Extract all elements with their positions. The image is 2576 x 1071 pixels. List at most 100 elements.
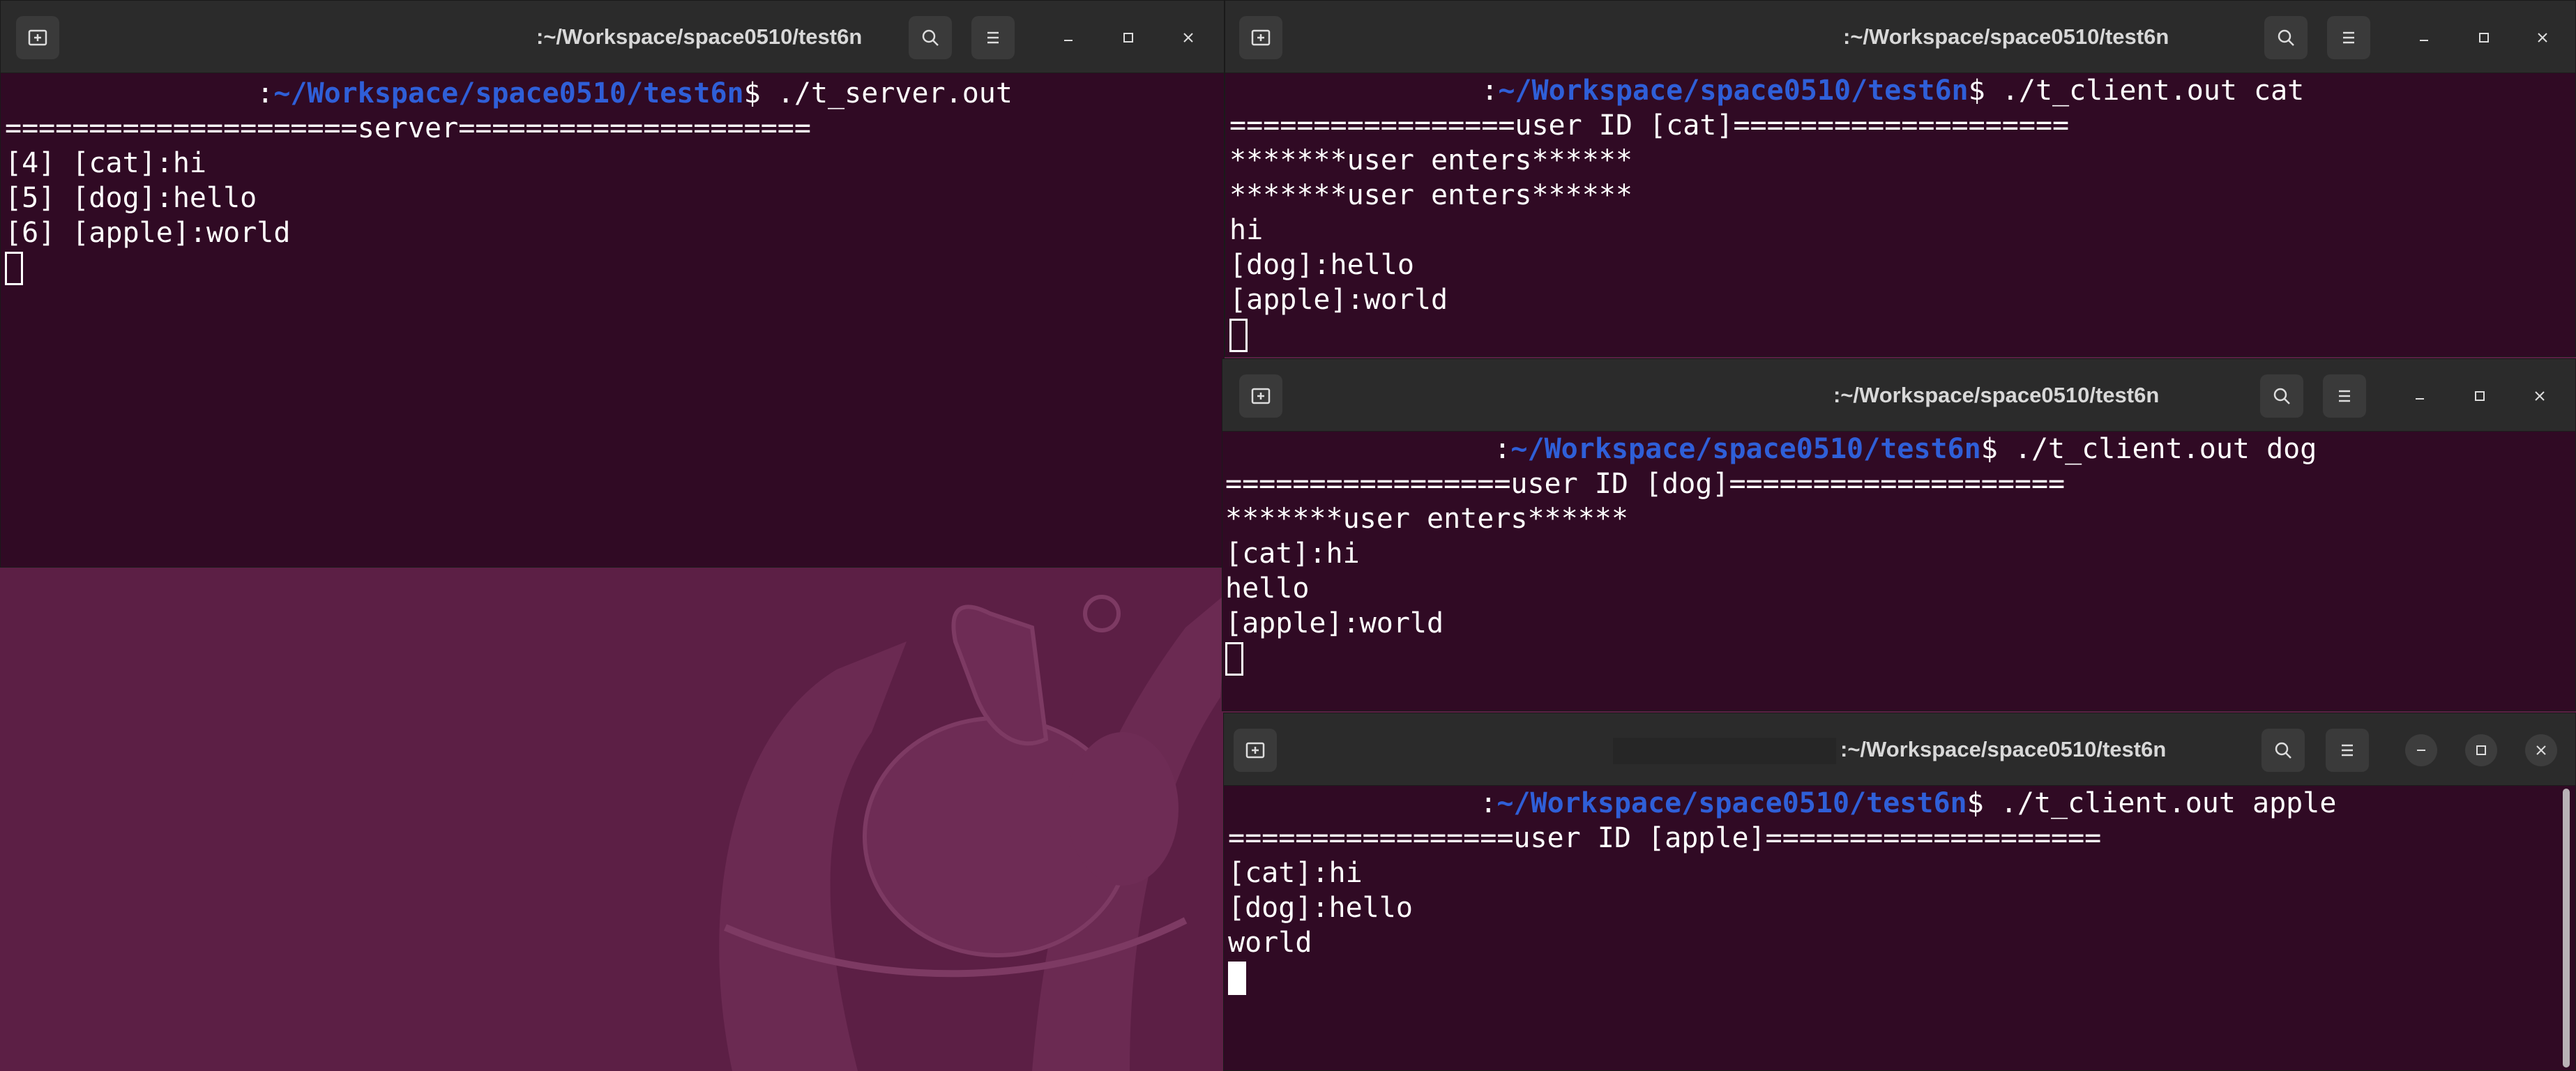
hamburger-menu-icon [2342,744,2353,757]
hamburger-menu-icon [987,31,999,44]
terminal-cursor [5,252,23,285]
new-tab-button[interactable] [1234,729,1277,772]
terminal-cursor [1229,319,1248,352]
output-line: hi [1229,214,1264,246]
menu-button[interactable] [2323,374,2366,418]
output-line: [apple]:world [1225,607,1444,639]
minimize-button[interactable] [2404,380,2436,412]
minimize-button[interactable] [1052,22,1084,54]
close-icon [1183,33,1193,43]
scrollbar[interactable] [2563,789,2570,1068]
terminal-output[interactable]: :~/Workspace/space0510/test6n$ ./t_serve… [1,73,1224,567]
menu-button[interactable] [2327,16,2370,59]
command-text: $ ./t_client.out cat [1968,75,2305,107]
new-tab-button[interactable] [16,16,59,59]
output-line: *******user enters****** [1225,503,1628,535]
prompt-host: : [1480,787,1497,819]
terminal-cursor [1228,962,1246,995]
search-button[interactable] [909,16,952,59]
minimize-button[interactable] [2408,22,2440,54]
window-title-text: :~/Workspace/space0510/test6n [1840,737,2167,761]
menu-button[interactable] [971,16,1015,59]
titlebar[interactable]: :~/Workspace/space0510/test6n [1222,359,2575,432]
minimize-icon [2416,398,2424,400]
prompt-line: :~/Workspace/space0510/test6n$ ./t_clien… [1225,432,2575,466]
menu-button[interactable] [2326,729,2369,772]
search-icon [2278,29,2294,46]
prompt-path: ~/Workspace/space0510/test6n [1510,433,1981,465]
output-line: [cat]:hi [1228,857,1363,889]
terminal-window-cat[interactable]: :~/Workspace/space0510/test6n :~/Workspa… [1225,0,2576,357]
maximize-icon [1123,33,1133,43]
terminal-window-server[interactable]: :~/Workspace/space0510/test6n :~/Workspa… [0,0,1225,568]
terminal-output[interactable]: :~/Workspace/space0510/test6n$ ./t_clien… [1222,432,2575,711]
output-line: [dog]:hello [1228,892,1413,924]
close-icon [2536,745,2546,755]
maximize-icon [2475,391,2485,401]
close-button[interactable] [2524,380,2556,412]
new-tab-icon [1251,29,1271,46]
command-text: $ ./t_client.out dog [1980,433,2317,465]
search-icon [2275,742,2291,759]
hamburger-menu-icon [2343,31,2354,44]
output-line: [apple]:world [1229,284,1448,316]
close-button[interactable] [2525,734,2557,766]
minimize-button[interactable] [2405,734,2437,766]
output-line: [cat]:hi [1225,538,1360,570]
prompt-line: :~/Workspace/space0510/test6n$ ./t_serve… [5,76,1224,111]
window-title: :~/Workspace/space0510/test6n [1843,24,2169,49]
output-line: *******user enters****** [1229,144,1632,176]
search-button[interactable] [2264,16,2308,59]
new-tab-icon [1245,742,1265,759]
terminal-cursor [1225,642,1243,676]
maximize-button[interactable] [1112,22,1144,54]
minimize-icon [2417,750,2425,751]
minimize-icon [2420,40,2428,41]
titlebar[interactable]: :~/Workspace/space0510/test6n [1,1,1224,73]
output-line: =================user ID [apple]========… [1228,822,2102,854]
terminal-window-apple[interactable]: :~/Workspace/space0510/test6n :~/Workspa… [1223,713,2576,1071]
terminal-output[interactable]: :~/Workspace/space0510/test6n$ ./t_clien… [1224,786,2575,1070]
redacted-region [1613,737,1836,764]
titlebar[interactable]: :~/Workspace/space0510/test6n [1225,1,2575,73]
output-line: [4] [cat]:hi [5,147,206,179]
hamburger-menu-icon [2339,390,2350,402]
output-line: *******user enters****** [1229,179,1632,211]
prompt-line: :~/Workspace/space0510/test6n$ ./t_clien… [1229,73,2575,108]
output-line: [5] [dog]:hello [5,182,257,214]
search-icon [2273,388,2290,404]
output-line: hello [1225,572,1310,605]
search-button[interactable] [2261,729,2305,772]
window-title: :~/Workspace/space0510/test6n [1613,713,2166,786]
command-text: $ ./t_server.out [743,77,1013,109]
maximize-icon [2479,33,2489,43]
maximize-icon [2476,745,2486,755]
search-icon [922,29,939,46]
maximize-button[interactable] [2468,22,2500,54]
maximize-button[interactable] [2465,734,2497,766]
prompt-line: :~/Workspace/space0510/test6n$ ./t_clien… [1228,786,2575,821]
close-button[interactable] [2526,22,2559,54]
terminal-output[interactable]: :~/Workspace/space0510/test6n$ ./t_clien… [1225,73,2575,356]
titlebar[interactable]: :~/Workspace/space0510/test6n [1224,713,2575,786]
prompt-host: : [1481,75,1499,107]
prompt-host: : [257,77,274,109]
output-line: [6] [apple]:world [5,217,291,249]
prompt-path: ~/Workspace/space0510/test6n [1497,787,1967,819]
output-line: =================user ID [dog]==========… [1225,468,2066,500]
new-tab-button[interactable] [1239,16,1282,59]
prompt-path: ~/Workspace/space0510/test6n [273,77,744,109]
window-title: :~/Workspace/space0510/test6n [536,24,863,49]
maximize-button[interactable] [2464,380,2496,412]
search-button[interactable] [2260,374,2303,418]
output-line: =================user ID [cat]==========… [1229,109,2070,142]
output-line: world [1228,927,1312,959]
terminal-window-dog[interactable]: :~/Workspace/space0510/test6n :~/Workspa… [1222,358,2576,711]
close-icon [2535,391,2545,401]
new-tab-button[interactable] [1239,374,1282,418]
close-button[interactable] [1172,22,1204,54]
window-title: :~/Workspace/space0510/test6n [1833,383,2160,407]
minimize-icon [1064,40,1073,41]
command-text: $ ./t_client.out apple [1967,787,2337,819]
close-icon [2538,33,2547,43]
